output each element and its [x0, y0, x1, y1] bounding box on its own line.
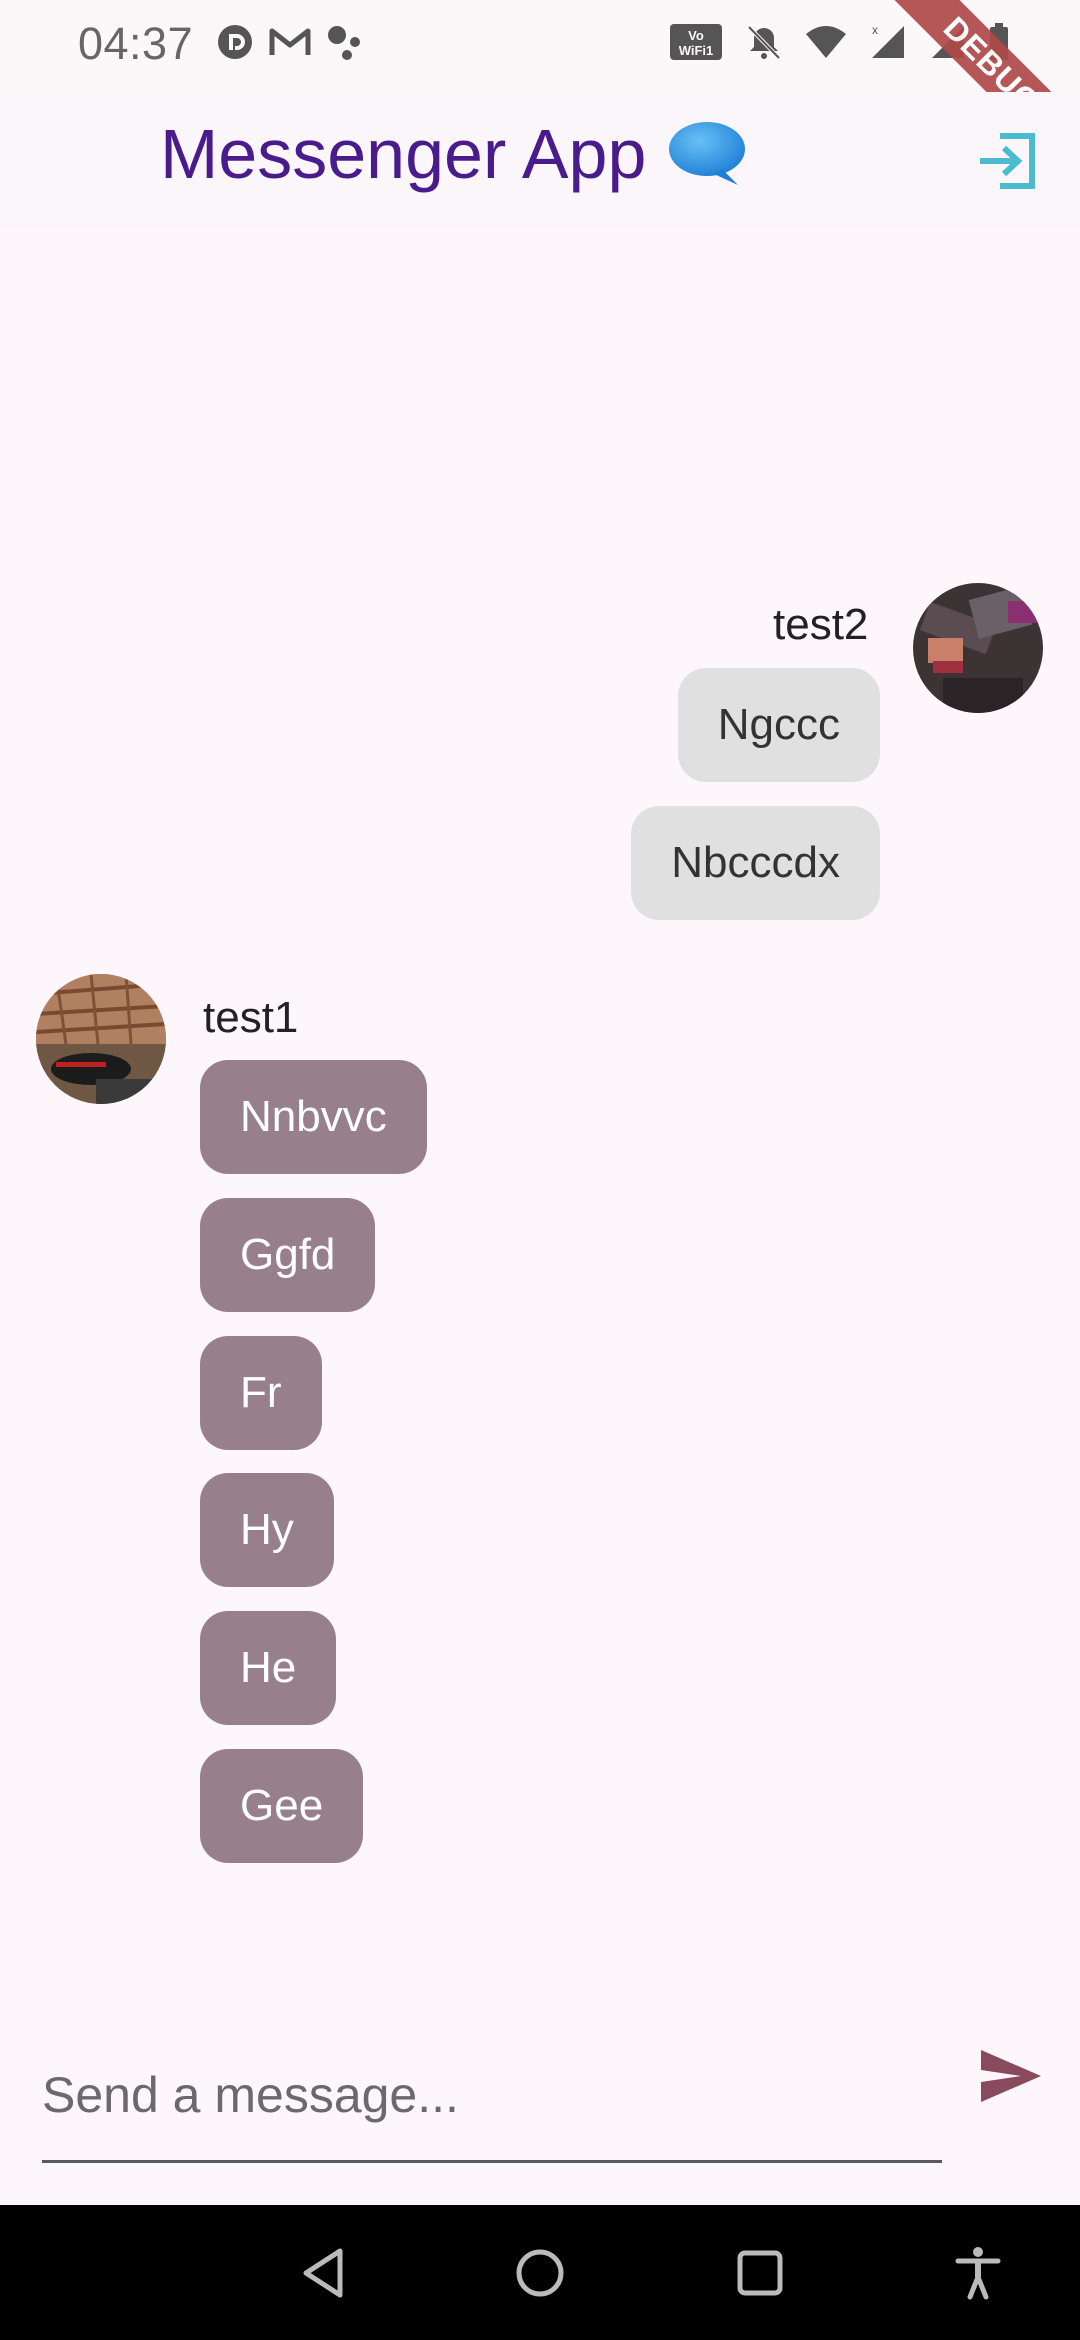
message-input[interactable] — [42, 2030, 942, 2163]
pocket-casts-icon — [218, 25, 252, 59]
avatar-test1[interactable] — [36, 974, 166, 1104]
message-bubble-outgoing[interactable]: Ngccc — [677, 668, 880, 782]
send-icon[interactable] — [975, 2040, 1047, 2112]
home-icon[interactable] — [510, 2243, 570, 2303]
message-bubble-incoming[interactable]: Gee — [200, 1749, 364, 1863]
avatar-test2[interactable] — [913, 583, 1043, 713]
message-bubble-incoming[interactable]: Fr — [200, 1336, 322, 1450]
message-bubble-incoming[interactable]: Hy — [200, 1473, 334, 1587]
svg-text:x: x — [872, 23, 878, 37]
sender-name-incoming: test1 — [203, 993, 299, 1042]
svg-text:Vo: Vo — [688, 28, 704, 43]
message-bubble-incoming[interactable]: Nnbvvc — [200, 1060, 427, 1174]
vowifi-icon: Vo WiFi1 — [670, 24, 722, 60]
signal-icon: x — [872, 23, 904, 58]
navigation-bar — [0, 2205, 1080, 2340]
wifi-icon — [806, 26, 846, 58]
mute-bell-icon — [747, 25, 781, 60]
accessibility-icon[interactable] — [948, 2243, 1008, 2303]
status-time: 04:37 — [78, 18, 194, 69]
message-bubble-incoming[interactable]: Ggfd — [200, 1198, 376, 1312]
app-title-text: Messenger App — [160, 115, 647, 193]
back-icon[interactable] — [294, 2243, 354, 2303]
status-notification-icons — [215, 22, 365, 62]
avatar-image — [913, 583, 1043, 713]
message-bubble-incoming[interactable]: He — [200, 1611, 337, 1725]
message-bubble-outgoing[interactable]: Nbcccdx — [631, 806, 880, 920]
svg-text:WiFi1: WiFi1 — [679, 43, 714, 58]
logout-icon[interactable] — [974, 128, 1040, 194]
recents-icon[interactable] — [730, 2243, 790, 2303]
sender-name-outgoing: test2 — [773, 600, 869, 649]
assistant-icon — [328, 26, 360, 60]
avatar-image — [36, 974, 166, 1104]
gmail-icon — [269, 28, 311, 55]
app-bar: Messenger App — [0, 92, 1080, 230]
chat-bubble-icon — [669, 122, 746, 185]
app-title: Messenger App — [160, 114, 748, 194]
status-bar: 04:37 Vo WiFi1 x DEBUG — [0, 0, 1080, 188]
